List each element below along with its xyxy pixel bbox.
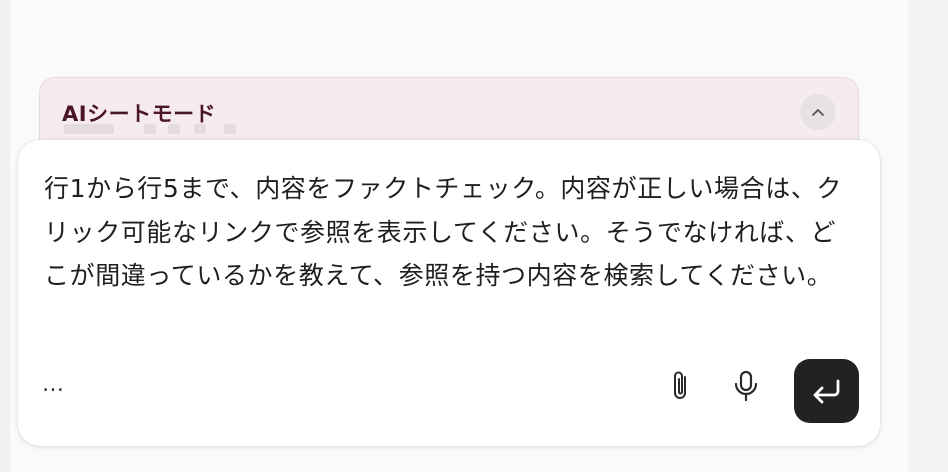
collapse-button[interactable] — [800, 94, 836, 130]
send-button[interactable] — [794, 359, 859, 423]
paperclip-icon — [674, 371, 686, 399]
attach-button[interactable] — [661, 366, 701, 406]
chevron-up-icon — [812, 109, 824, 116]
return-arrow-icon — [813, 379, 839, 404]
prompt-textarea[interactable]: 行1から行5まで、内容をファクトチェック。内容が正しい場合は、クリック可能なリン… — [44, 167, 856, 298]
left-edge-strip — [0, 0, 10, 472]
more-options-button[interactable]: … — [42, 370, 82, 400]
prompt-input-card: 行1から行5まで、内容をファクトチェック。内容が正しい場合は、クリック可能なリン… — [18, 140, 880, 446]
microphone-button[interactable] — [726, 366, 766, 406]
right-edge-strip — [908, 0, 948, 472]
microphone-icon — [734, 370, 758, 402]
